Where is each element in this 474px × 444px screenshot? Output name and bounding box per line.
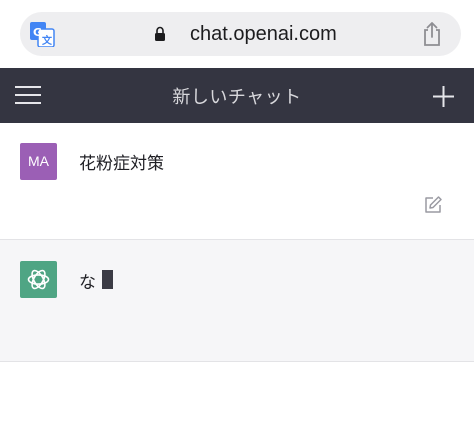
assistant-message-text: な	[79, 273, 96, 293]
svg-text:G: G	[33, 26, 42, 39]
lock-icon	[155, 26, 165, 41]
page-title: 新しいチャット	[172, 87, 302, 108]
user-message-text: 花粉症対策	[79, 154, 164, 174]
svg-text:文: 文	[42, 34, 53, 47]
address-bar[interactable]: G 文 chat.openai.com	[20, 12, 461, 56]
user-message: MA 花粉症対策	[0, 123, 474, 240]
menu-icon[interactable]	[15, 85, 41, 105]
user-avatar: MA	[20, 143, 57, 180]
typing-cursor	[102, 270, 113, 289]
browser-bar: G 文 chat.openai.com	[0, 0, 474, 68]
assistant-avatar	[20, 261, 57, 298]
new-chat-plus-icon[interactable]	[433, 86, 454, 107]
edit-icon[interactable]	[423, 195, 443, 215]
openai-logo-icon	[27, 269, 50, 290]
share-icon[interactable]	[420, 21, 444, 47]
assistant-message: な	[0, 240, 474, 362]
translate-icon[interactable]: G 文	[30, 22, 55, 47]
chat-header: 新しいチャット	[0, 68, 474, 123]
url-text[interactable]: chat.openai.com	[190, 12, 337, 56]
